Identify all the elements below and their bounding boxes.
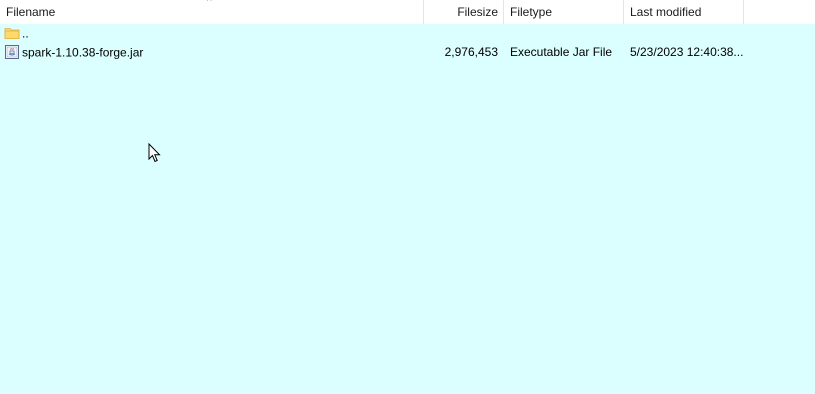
column-header-filesize[interactable]: Filesize [424,0,504,24]
column-header-filetype-label: Filetype [510,5,553,19]
column-divider[interactable] [743,0,744,24]
list-item-parent-directory[interactable]: .. [0,24,815,43]
column-header-filename-label: Filename [6,5,56,19]
filename-text: spark-1.10.38-forge.jar [22,45,144,60]
folder-icon [4,25,20,41]
filename-text: .. [22,26,29,41]
sort-ascending-icon: ^ [207,0,212,7]
column-header-last-modified[interactable]: Last modified [624,0,744,24]
filesize-cell: 2,976,453 [444,45,498,59]
column-header-bar: Filename ^ Filesize Filetype Last modifi… [0,0,815,24]
filetype-cell [510,24,624,43]
column-header-last-modified-label: Last modified [630,5,702,19]
jar-file-icon [4,44,20,60]
filetype-cell: Executable Jar File [510,45,613,59]
filename-cell: spark-1.10.38-forge.jar [4,43,422,62]
filename-cell: .. [4,24,422,43]
mouse-pointer-icon [148,143,161,163]
last-modified-cell: 5/23/2023 12:40:38... [630,45,744,59]
column-header-filetype[interactable]: Filetype [504,0,624,24]
filesize-cell [424,24,498,43]
list-item-file[interactable]: spark-1.10.38-forge.jar 2,976,453 Execut… [0,43,815,62]
column-header-filesize-label: Filesize [457,5,498,19]
file-list-pane: Filename ^ Filesize Filetype Last modifi… [0,0,815,394]
column-header-filename[interactable]: Filename ^ [0,0,424,24]
file-list[interactable]: .. spark-1.10.38-forge.jar 2,976,453 Exe… [0,24,815,394]
last-modified-cell [630,24,744,43]
